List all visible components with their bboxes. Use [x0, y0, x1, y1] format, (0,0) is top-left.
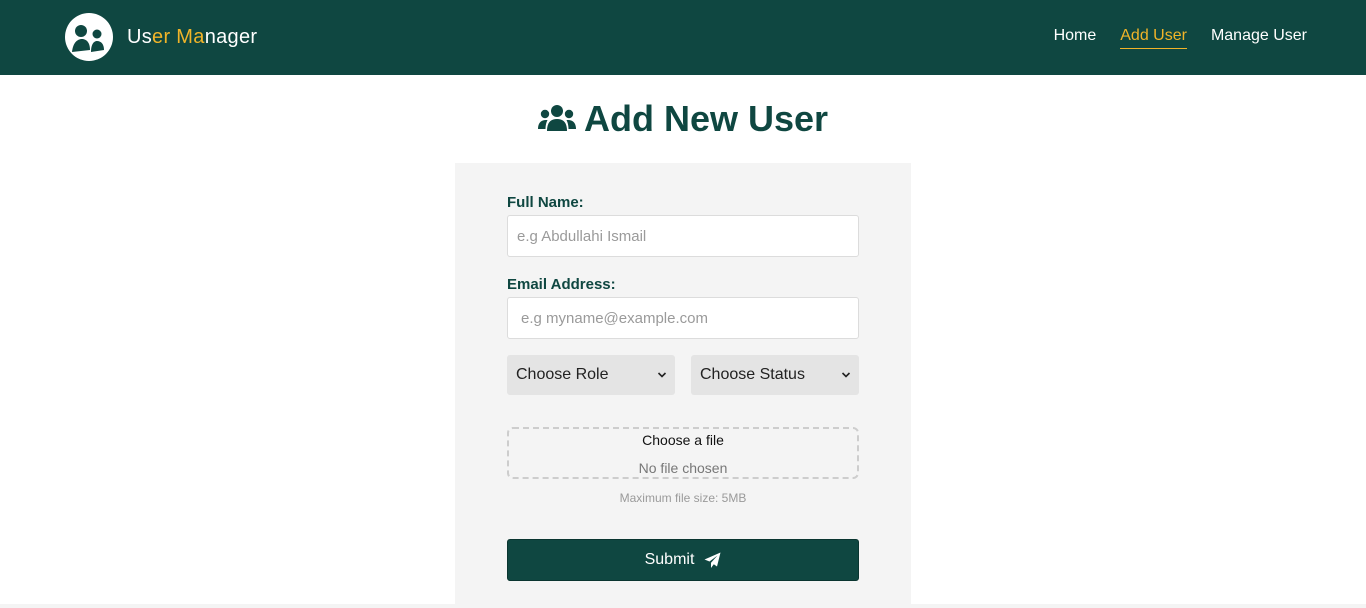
submit-label: Submit: [644, 551, 695, 568]
file-status: No file chosen: [638, 460, 728, 476]
full-name-input[interactable]: [507, 215, 859, 257]
brand-name: User Manager: [127, 25, 258, 48]
user-group-logo-icon: [65, 13, 113, 61]
status-select-value: Choose Status: [700, 366, 805, 383]
email-label: Email Address:: [507, 276, 616, 293]
page-title-text: Add New User: [583, 98, 829, 139]
submit-button[interactable]: Submit: [507, 539, 859, 581]
page-title: Add New User: [0, 96, 1366, 142]
nav-home-link[interactable]: Home: [1054, 27, 1097, 49]
full-name-label: Full Name:: [507, 194, 584, 211]
role-select-value: Choose Role: [516, 366, 609, 383]
nav-links: Home Add User Manage User: [1030, 27, 1307, 49]
add-user-form: Full Name: Email Address: Choose Role Ch…: [455, 163, 911, 605]
chevron-down-icon: [657, 372, 667, 378]
nav-manage-user-link[interactable]: Manage User: [1211, 27, 1307, 49]
nav-add-user-link[interactable]: Add User: [1120, 27, 1187, 49]
file-size-hint: Maximum file size: 5MB: [619, 491, 747, 505]
status-select[interactable]: Choose Status: [691, 355, 859, 395]
file-upload-dropzone[interactable]: Choose a file No file chosen: [507, 427, 859, 479]
choose-file-label[interactable]: Choose a file: [509, 432, 857, 448]
users-icon: [537, 105, 576, 131]
footer-divider: [0, 604, 1366, 608]
email-input[interactable]: [507, 297, 859, 339]
role-select[interactable]: Choose Role: [507, 355, 675, 395]
navbar: User Manager Home Add User Manage User: [0, 0, 1366, 75]
brand[interactable]: User Manager: [64, 12, 257, 62]
chevron-down-icon: [841, 372, 851, 378]
paper-plane-icon: [704, 552, 721, 568]
